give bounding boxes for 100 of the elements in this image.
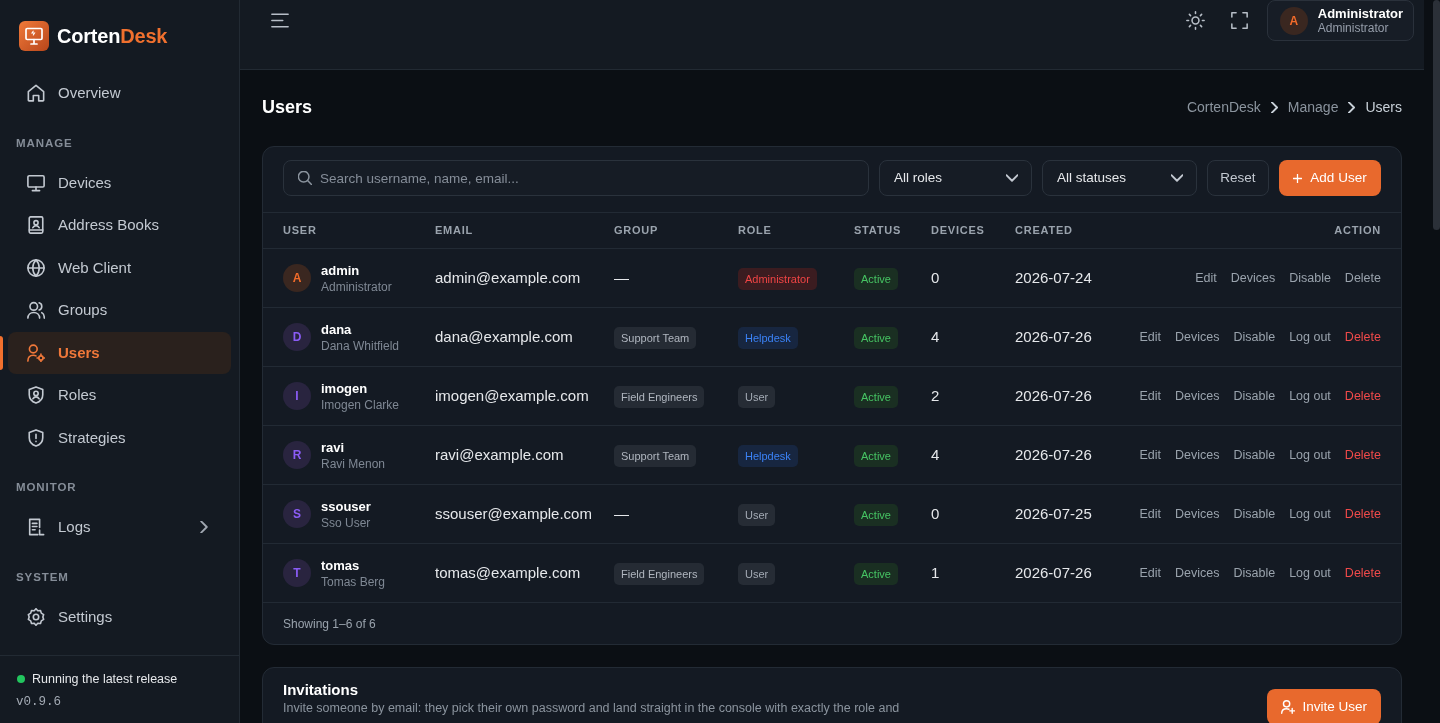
home-icon <box>27 84 45 103</box>
chevron-down-icon <box>1006 174 1018 182</box>
user-menu-button[interactable]: A Administrator Administrator <box>1266 0 1414 41</box>
nav-item[interactable]: Address Books <box>8 204 231 247</box>
action-button[interactable]: Disable <box>1233 445 1276 465</box>
device-count: 4 <box>931 328 940 345</box>
username: dana <box>321 320 353 338</box>
nav-item[interactable]: Roles <box>8 374 231 417</box>
full-name: Imogen Clarke <box>321 396 400 413</box>
group-badge: Field Engineers <box>614 386 705 408</box>
avatar: R <box>283 441 311 469</box>
created-date: 2026-07-26 <box>1015 564 1092 581</box>
action-button[interactable]: Devices <box>1175 563 1220 583</box>
breadcrumb-current: Users <box>1365 97 1402 117</box>
action-button[interactable]: Disable <box>1233 386 1276 406</box>
avatar: A <box>1279 6 1308 35</box>
action-button[interactable]: Log out <box>1289 386 1331 406</box>
chevron-down-icon <box>1171 174 1183 182</box>
shield-user-icon <box>27 386 45 405</box>
active-indicator <box>0 335 3 370</box>
full-name: Administrator <box>321 278 392 295</box>
action-button[interactable]: Devices <box>1175 386 1220 406</box>
role-filter-select[interactable]: All roles <box>879 160 1032 196</box>
nav-item[interactable]: Groups <box>8 289 231 332</box>
group-badge: Support Team <box>614 327 697 349</box>
action-button[interactable]: Delete <box>1344 563 1381 583</box>
user-name: Administrator <box>1317 6 1403 21</box>
username: ssouser <box>321 497 371 515</box>
scrollbar[interactable] <box>1433 0 1440 230</box>
search-field[interactable]: Search username, name, email... <box>283 160 869 196</box>
column-header: EMAIL <box>435 223 475 239</box>
action-button[interactable]: Delete <box>1344 504 1381 524</box>
group-badge: Support Team <box>614 445 697 467</box>
group-badge: Field Engineers <box>614 563 705 585</box>
action-button[interactable]: Edit <box>1139 386 1161 406</box>
nav-item[interactable]: Devices <box>8 161 231 204</box>
role-badge: User <box>738 504 776 526</box>
action-button[interactable]: Delete <box>1344 386 1381 406</box>
column-header: STATUS <box>854 223 902 239</box>
action-button[interactable]: Edit <box>1139 327 1161 347</box>
action-button[interactable]: Log out <box>1289 445 1331 465</box>
action-button[interactable]: Devices <box>1230 268 1276 288</box>
device-count: 0 <box>931 505 940 522</box>
empty-value: — <box>614 269 629 286</box>
breadcrumb-link[interactable]: Manage <box>1287 96 1339 118</box>
globe-icon <box>27 258 45 277</box>
logo-icon <box>19 21 49 51</box>
chevron-right-icon <box>1348 101 1356 113</box>
fullscreen-icon <box>1231 12 1249 29</box>
status-badge: Active <box>854 268 898 290</box>
menu-icon <box>271 13 289 28</box>
user-gear-icon <box>27 343 45 362</box>
action-button[interactable]: Log out <box>1289 504 1331 524</box>
section-title: Invitations <box>283 681 358 699</box>
action-button[interactable]: Edit <box>1195 268 1217 288</box>
action-button[interactable]: Disable <box>1233 504 1276 524</box>
nav-item[interactable]: Logs <box>8 506 231 549</box>
role-badge: User <box>738 563 776 585</box>
created-date: 2026-07-26 <box>1015 446 1092 463</box>
action-button[interactable]: Devices <box>1175 504 1220 524</box>
nav-item[interactable]: Strategies <box>8 416 231 459</box>
breadcrumb-link[interactable]: CortenDesk <box>1186 96 1261 118</box>
plus-icon <box>1293 173 1303 183</box>
reset-button[interactable]: Reset <box>1207 160 1269 196</box>
settings-icon <box>27 607 45 626</box>
role-badge: Administrator <box>738 268 817 290</box>
full-name: Ravi Menon <box>321 455 386 472</box>
action-button[interactable]: Delete <box>1344 445 1381 465</box>
action-button[interactable]: Devices <box>1175 327 1220 347</box>
username: tomas <box>321 556 361 574</box>
user-role: Administrator <box>1317 20 1389 35</box>
sun-icon <box>1186 11 1206 30</box>
status-badge: Active <box>854 445 898 467</box>
action-button[interactable]: Log out <box>1289 563 1331 583</box>
nav-item[interactable]: Settings <box>8 595 231 638</box>
nav-item[interactable]: Web Client <box>8 246 231 289</box>
empty-value: — <box>614 505 629 522</box>
contact-book-icon <box>27 216 45 235</box>
action-button[interactable]: Delete <box>1344 327 1381 347</box>
action-button[interactable]: Disable <box>1289 268 1331 288</box>
avatar: I <box>283 382 311 410</box>
action-button[interactable]: Disable <box>1233 563 1276 583</box>
nav-item[interactable]: Overview <box>8 72 231 115</box>
release-status: Running the latest release <box>32 670 178 688</box>
action-button[interactable]: Edit <box>1139 445 1161 465</box>
email-text: ravi@example.com <box>435 446 564 463</box>
role-badge: User <box>738 386 776 408</box>
device-count: 1 <box>931 564 940 581</box>
device-count: 0 <box>931 269 940 286</box>
username: ravi <box>321 438 346 456</box>
full-name: Tomas Berg <box>321 573 386 590</box>
action-button[interactable]: Edit <box>1139 504 1161 524</box>
status-filter-select[interactable]: All statuses <box>1042 160 1197 196</box>
email-text: ssouser@example.com <box>435 505 592 522</box>
action-button[interactable]: Log out <box>1289 327 1331 347</box>
action-button[interactable]: Delete <box>1344 268 1381 288</box>
action-button[interactable]: Devices <box>1175 445 1220 465</box>
action-button[interactable]: Edit <box>1139 563 1161 583</box>
action-button[interactable]: Disable <box>1233 327 1276 347</box>
avatar: T <box>283 559 311 587</box>
